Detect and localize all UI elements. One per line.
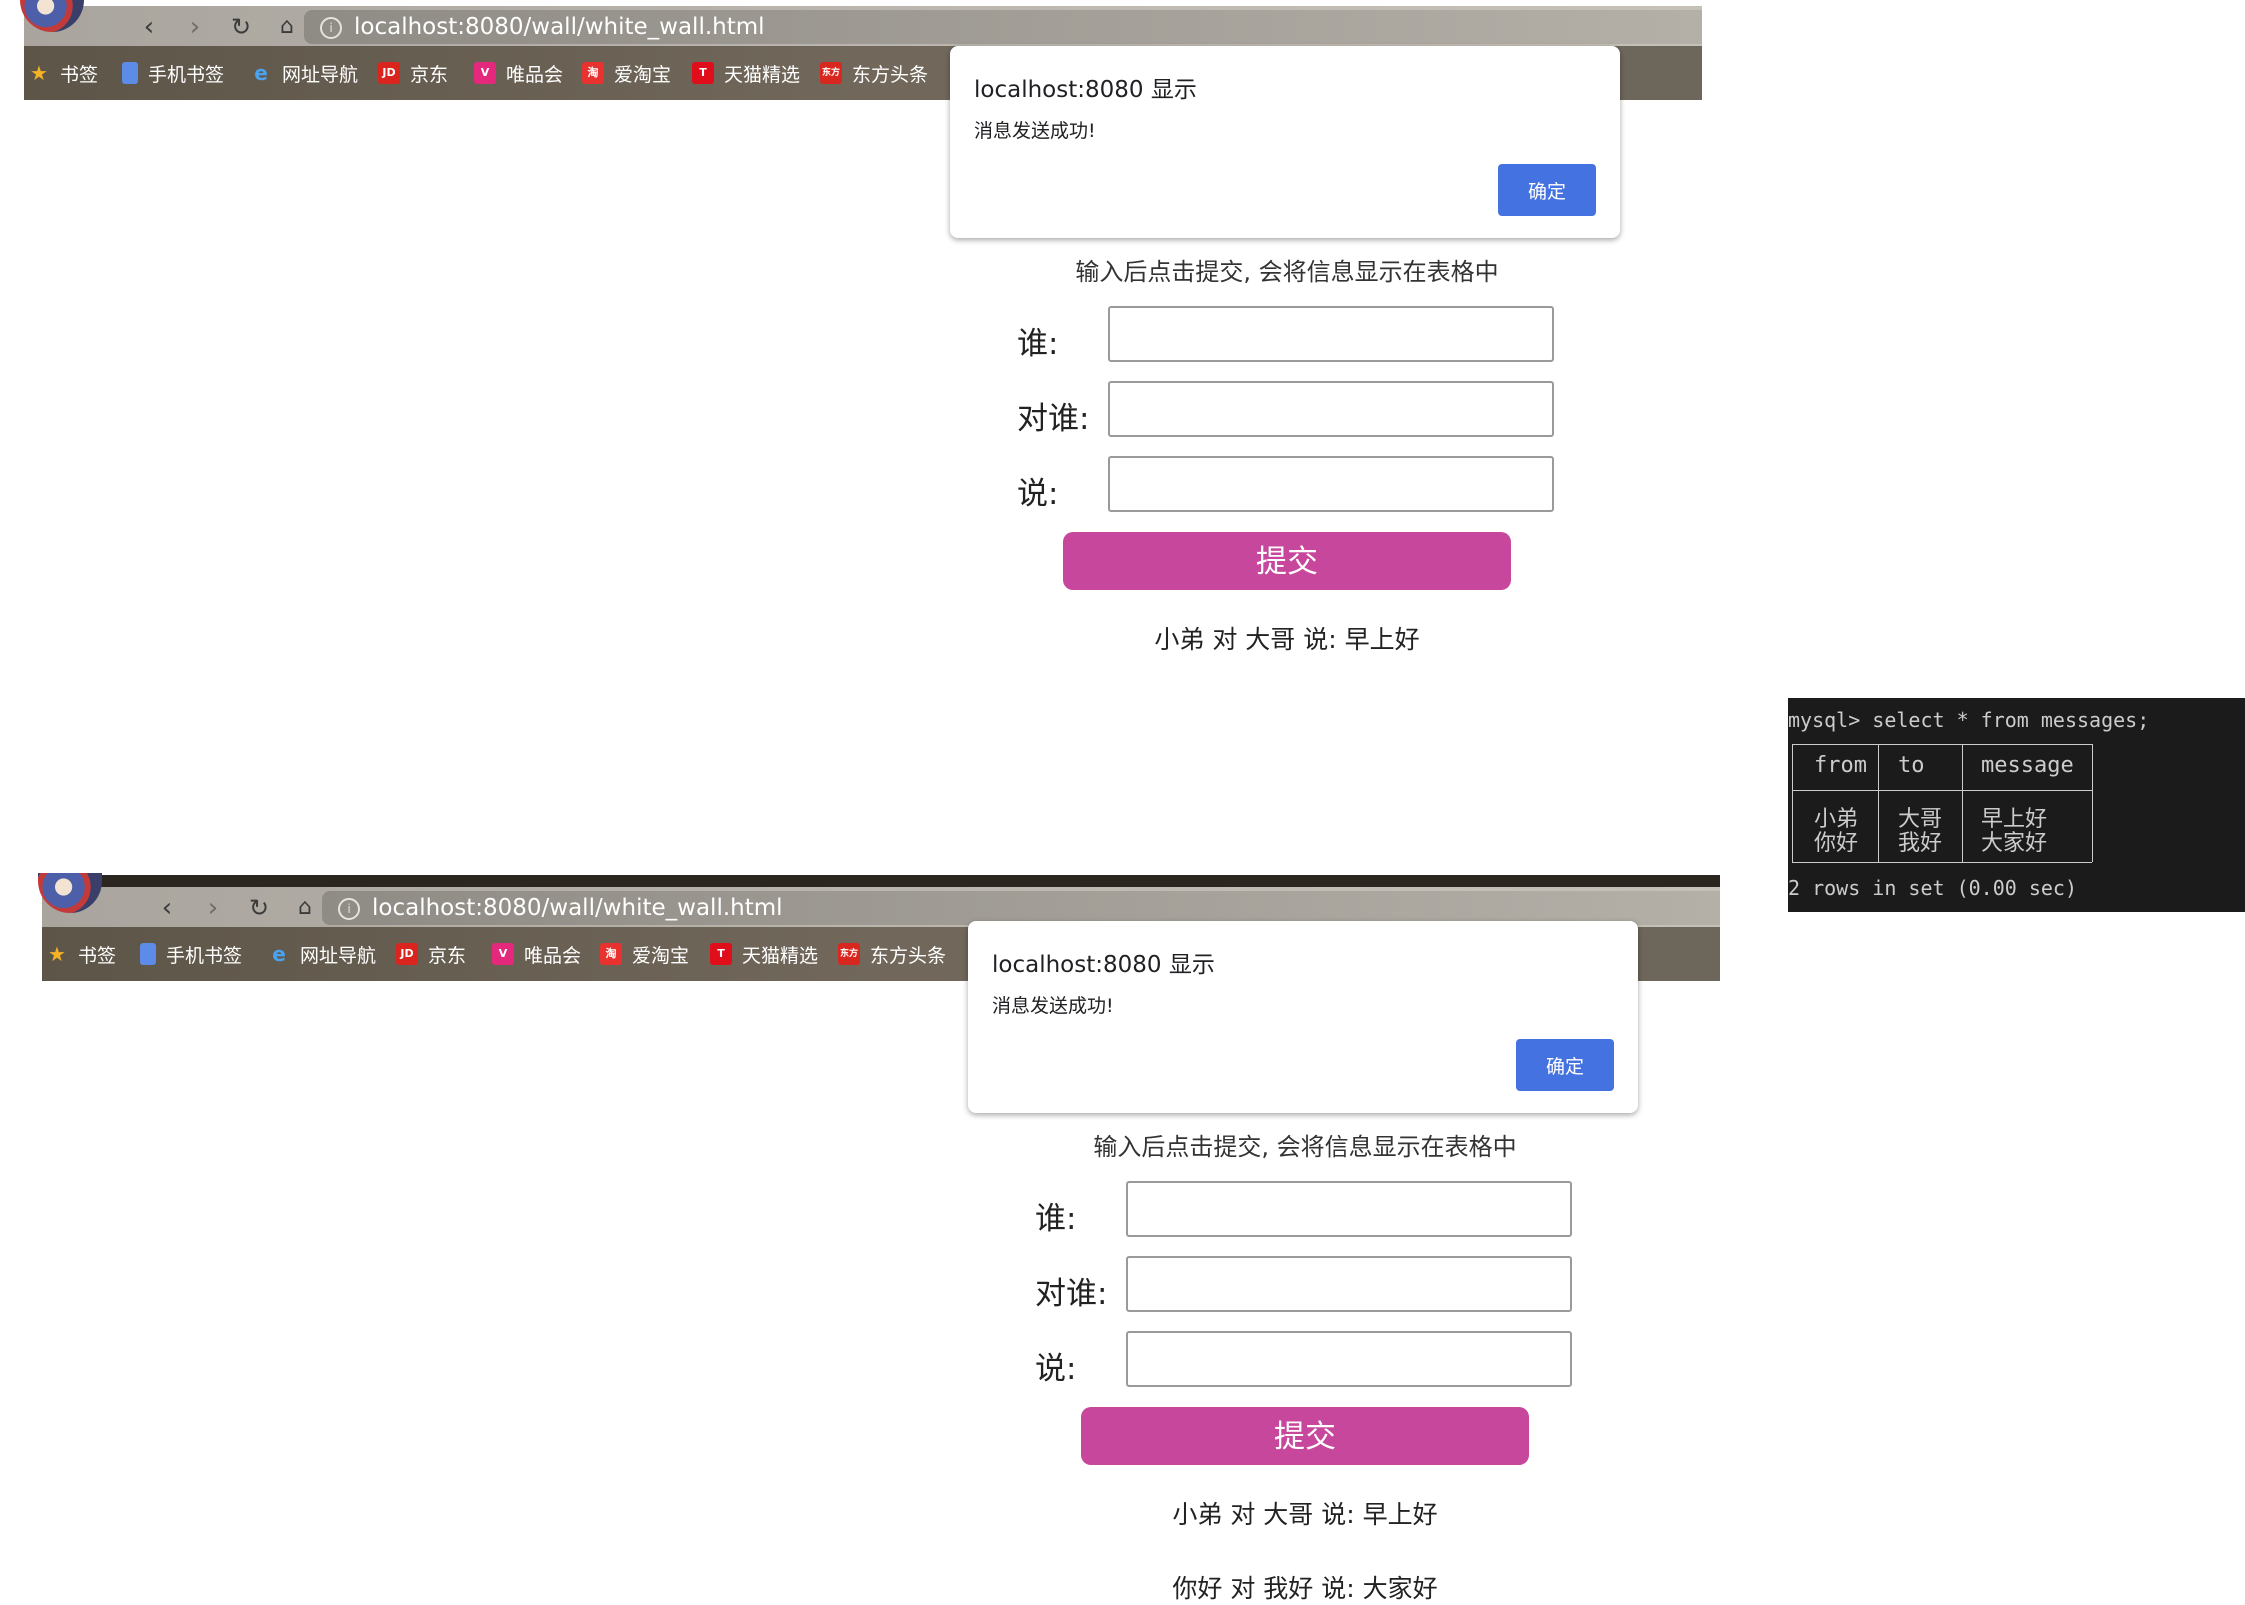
form-hint: 输入后点击提交, 会将信息显示在表格中 — [1075, 258, 1499, 286]
bookmark-item[interactable]: 东方 东方头条 — [820, 59, 928, 87]
who-label: 谁: — [1035, 1201, 1077, 1237]
bookmark-item[interactable]: T 天猫精选 — [692, 59, 800, 87]
tmall-icon: T — [692, 62, 714, 84]
address-bar[interactable]: i localhost:8080/wall/white_wall.html — [322, 891, 1720, 925]
browser-screenshot-bottom: ‹ › ↻ ⌂ i localhost:8080/wall/white_wall… — [18, 873, 2245, 1605]
bookmark-item[interactable]: ★ 书签 — [46, 940, 116, 968]
toolbar: ‹ › ↻ ⌂ i localhost:8080/wall/white_wall… — [20, 0, 1702, 46]
submit-button[interactable]: 提交 — [1063, 532, 1511, 590]
table-border — [2092, 744, 2093, 862]
table-border — [1792, 790, 2092, 791]
alert-message: 消息发送成功! — [992, 995, 1114, 1017]
table-cell: 你好 — [1814, 831, 1859, 856]
bookmark-item[interactable]: ★ 书签 — [28, 59, 98, 87]
dongfang-icon: 东方 — [820, 62, 842, 84]
phone-bookmark-icon — [122, 62, 138, 84]
bookmark-item[interactable]: 淘爱淘宝 — [600, 940, 689, 968]
bookmark-item[interactable]: 手机书签 — [140, 940, 242, 968]
bookmark-item[interactable]: 手机书签 — [122, 59, 224, 87]
bookmark-item[interactable]: JD 京东 — [396, 940, 466, 968]
alert-ok-button[interactable]: 确定 — [1516, 1039, 1614, 1091]
table-border — [1878, 744, 1879, 862]
alert-title: localhost:8080 显示 — [974, 77, 1197, 103]
alert-dialog: localhost:8080 显示 消息发送成功! 确定 — [968, 921, 1638, 1113]
column-header: message — [1981, 753, 2074, 778]
avatar[interactable] — [38, 873, 102, 913]
table-border — [1792, 744, 2092, 745]
bookmark-item[interactable]: 淘爱淘宝 — [582, 59, 671, 87]
bookmark-item[interactable]: V 唯品会 — [474, 59, 563, 87]
address-bar[interactable]: i localhost:8080/wall/white_wall.html — [304, 10, 1702, 44]
column-header: to — [1898, 753, 1925, 778]
to-whom-label: 对谁: — [1035, 1276, 1108, 1312]
home-icon[interactable]: ⌂ — [290, 893, 320, 923]
column-header: from — [1814, 753, 1867, 778]
say-label: 说: — [1017, 476, 1059, 512]
table-border — [1792, 862, 2092, 863]
alert-message: 消息发送成功! — [974, 120, 1096, 142]
alert-title: localhost:8080 显示 — [992, 952, 1215, 978]
say-input[interactable] — [1126, 1331, 1572, 1387]
taobao-icon: 淘 — [600, 943, 622, 965]
star-icon: ★ — [30, 61, 48, 85]
reload-icon[interactable]: ↻ — [226, 12, 256, 42]
tmall-icon: T — [710, 943, 732, 965]
back-icon[interactable]: ‹ — [152, 893, 182, 923]
table-cell: 我好 — [1898, 831, 1943, 856]
form-hint: 输入后点击提交, 会将信息显示在表格中 — [1093, 1133, 1517, 1161]
vip-icon: V — [492, 943, 514, 965]
jd-icon: JD — [396, 943, 418, 965]
bookmark-item[interactable]: 东方 东方头条 — [838, 940, 946, 968]
star-icon: ★ — [48, 942, 66, 966]
table-cell: 大家好 — [1981, 831, 2048, 856]
jd-icon: JD — [378, 62, 400, 84]
table-border — [1962, 744, 1963, 862]
home-icon[interactable]: ⌂ — [272, 12, 302, 42]
message-row: 小弟 对 大哥 说: 早上好 — [1154, 625, 1420, 654]
dongfang-icon: 东方 — [838, 943, 860, 965]
bookmark-item[interactable]: e 网址导航 — [250, 59, 358, 87]
who-input[interactable] — [1108, 306, 1554, 362]
table-border — [1792, 744, 1793, 862]
ie-icon: e — [272, 942, 286, 966]
say-input[interactable] — [1108, 456, 1554, 512]
taobao-icon: 淘 — [582, 62, 604, 84]
mysql-command: mysql> select * from messages; — [1788, 708, 2150, 732]
to-whom-input[interactable] — [1108, 381, 1554, 437]
url-text: localhost:8080/wall/white_wall.html — [372, 895, 783, 921]
ie-icon: e — [254, 61, 268, 85]
bookmark-item[interactable]: JD 京东 — [378, 59, 448, 87]
avatar[interactable] — [20, 0, 84, 32]
bookmark-item[interactable]: V 唯品会 — [492, 940, 581, 968]
back-icon[interactable]: ‹ — [134, 12, 164, 42]
phone-bookmark-icon — [140, 943, 156, 965]
who-label: 谁: — [1017, 326, 1059, 362]
vip-icon: V — [474, 62, 496, 84]
forward-icon[interactable]: › — [198, 893, 228, 923]
tab-strip — [42, 875, 1720, 887]
reload-icon[interactable]: ↻ — [244, 893, 274, 923]
who-input[interactable] — [1126, 1181, 1572, 1237]
message-row: 你好 对 我好 说: 大家好 — [1172, 1574, 1438, 1603]
url-text: localhost:8080/wall/white_wall.html — [354, 14, 765, 40]
alert-dialog: localhost:8080 显示 消息发送成功! 确定 — [950, 46, 1620, 238]
say-label: 说: — [1035, 1351, 1077, 1387]
to-whom-input[interactable] — [1126, 1256, 1572, 1312]
alert-ok-button[interactable]: 确定 — [1498, 164, 1596, 216]
submit-button[interactable]: 提交 — [1081, 1407, 1529, 1465]
bookmark-item[interactable]: e 网址导航 — [268, 940, 376, 968]
info-icon[interactable]: i — [320, 17, 342, 39]
info-icon[interactable]: i — [338, 898, 360, 920]
message-row: 小弟 对 大哥 说: 早上好 — [1172, 1500, 1438, 1529]
forward-icon[interactable]: › — [180, 12, 210, 42]
bookmark-item[interactable]: T 天猫精选 — [710, 940, 818, 968]
to-whom-label: 对谁: — [1017, 401, 1090, 437]
